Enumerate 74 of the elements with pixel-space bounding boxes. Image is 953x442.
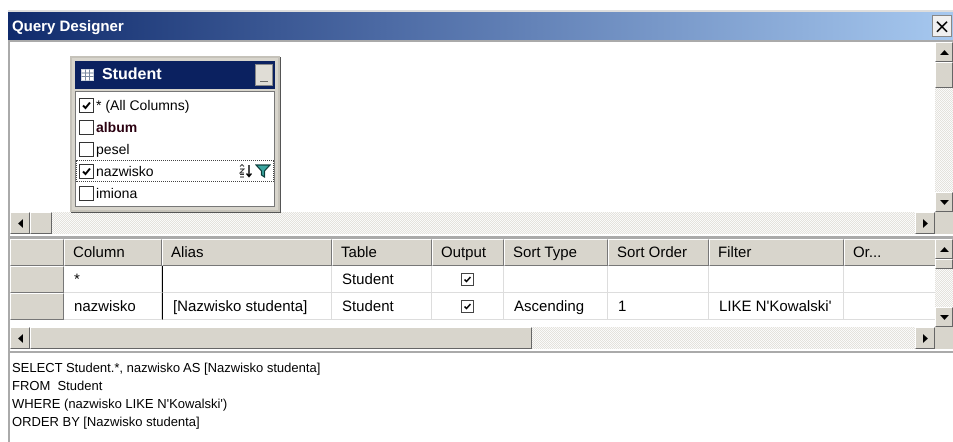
table-card[interactable]: Student _ * (All Columns) album pesel nazwisko imiona bbox=[70, 56, 280, 212]
row-header[interactable] bbox=[10, 293, 64, 320]
column-header[interactable]: Output bbox=[432, 239, 504, 266]
column-name: imiona bbox=[96, 185, 138, 201]
sql-line: FROM Student bbox=[12, 377, 104, 395]
table-cell[interactable] bbox=[504, 266, 608, 293]
output-checkbox[interactable] bbox=[461, 272, 474, 286]
table-cell[interactable]: nazwisko bbox=[64, 293, 162, 320]
table-column-row[interactable]: nazwisko bbox=[76, 160, 274, 182]
column-header[interactable]: Table bbox=[332, 239, 432, 266]
column-header[interactable]: Sort Type bbox=[504, 239, 608, 266]
column-name: * (All Columns) bbox=[96, 97, 190, 113]
column-name: album bbox=[96, 119, 138, 135]
table-column-row[interactable]: pesel bbox=[76, 138, 274, 160]
column-header[interactable]: Column bbox=[64, 239, 162, 266]
scroll-up-button[interactable] bbox=[935, 239, 953, 259]
scroll-down-button[interactable] bbox=[935, 307, 953, 327]
arrow-left-icon bbox=[18, 218, 22, 228]
arrow-down-icon bbox=[940, 314, 948, 320]
table-cell[interactable] bbox=[709, 266, 844, 293]
row-header[interactable] bbox=[10, 239, 64, 266]
scroll-right-button[interactable] bbox=[915, 212, 935, 234]
arrow-right-icon bbox=[922, 334, 928, 342]
scroll-up-button[interactable] bbox=[935, 42, 953, 62]
checkmark-icon bbox=[463, 274, 472, 284]
table-cell[interactable]: LIKE N'Kowalski' bbox=[709, 293, 844, 320]
scrollbar-corner bbox=[935, 212, 953, 234]
table-column-row[interactable]: * (All Columns) bbox=[76, 94, 274, 116]
window-title: Query Designer bbox=[11, 18, 124, 34]
table-cell[interactable] bbox=[608, 266, 709, 293]
column-header[interactable]: Alias bbox=[162, 239, 332, 266]
table-cell[interactable]: [Nazwisko studenta] bbox=[162, 293, 332, 320]
sql-line: ORDER BY [Nazwisko studenta] bbox=[12, 413, 201, 431]
arrow-up-icon bbox=[940, 246, 948, 252]
table-cell[interactable]: Student bbox=[332, 266, 432, 293]
row-header[interactable] bbox=[10, 266, 64, 293]
collapse-button[interactable]: _ bbox=[255, 64, 273, 86]
arrow-down-icon bbox=[940, 200, 948, 204]
scrollbar-corner bbox=[935, 327, 953, 349]
arrow-right-icon bbox=[922, 218, 928, 228]
table-cell[interactable]: 1 bbox=[608, 293, 709, 320]
table-name: Student bbox=[102, 66, 163, 84]
checkbox[interactable] bbox=[79, 186, 94, 200]
scroll-left-button[interactable] bbox=[10, 327, 30, 349]
close-button[interactable]: × bbox=[932, 15, 952, 37]
column-header[interactable]: Sort Order bbox=[608, 239, 709, 266]
table-cell[interactable]: * bbox=[64, 266, 162, 293]
table-column-row[interactable]: album bbox=[76, 116, 274, 138]
table-cell[interactable] bbox=[432, 266, 504, 293]
table-cell[interactable] bbox=[432, 293, 504, 320]
table-cell[interactable]: Ascending bbox=[504, 293, 608, 320]
checkbox[interactable] bbox=[79, 142, 94, 156]
checkbox[interactable] bbox=[79, 164, 94, 178]
checkmark-icon bbox=[463, 302, 472, 310]
sql-line: SELECT Student.*, nazwisko AS [Nazwisko studenta] bbox=[12, 359, 322, 377]
checkmark-icon bbox=[81, 166, 92, 176]
arrow-left-icon bbox=[18, 334, 22, 342]
scroll-left-button[interactable] bbox=[10, 212, 30, 234]
output-checkbox[interactable] bbox=[461, 300, 474, 312]
column-header[interactable]: Filter bbox=[709, 239, 844, 266]
column-name: pesel bbox=[96, 141, 130, 157]
scroll-down-button[interactable] bbox=[935, 192, 953, 212]
table-icon bbox=[81, 69, 94, 81]
checkbox[interactable] bbox=[79, 98, 94, 112]
checkmark-icon bbox=[81, 100, 92, 110]
sql-line: WHERE (nazwisko LIKE N'Kowalski') bbox=[12, 395, 228, 413]
column-name: nazwisko bbox=[96, 163, 155, 179]
table-cell[interactable] bbox=[162, 266, 332, 293]
column-header[interactable]: Or... bbox=[844, 239, 935, 266]
scroll-right-button[interactable] bbox=[915, 327, 935, 349]
table-cell[interactable]: Student bbox=[332, 293, 432, 320]
table-column-row[interactable]: imiona bbox=[76, 182, 274, 204]
checkbox[interactable] bbox=[79, 120, 94, 134]
arrow-up-icon bbox=[940, 50, 948, 54]
